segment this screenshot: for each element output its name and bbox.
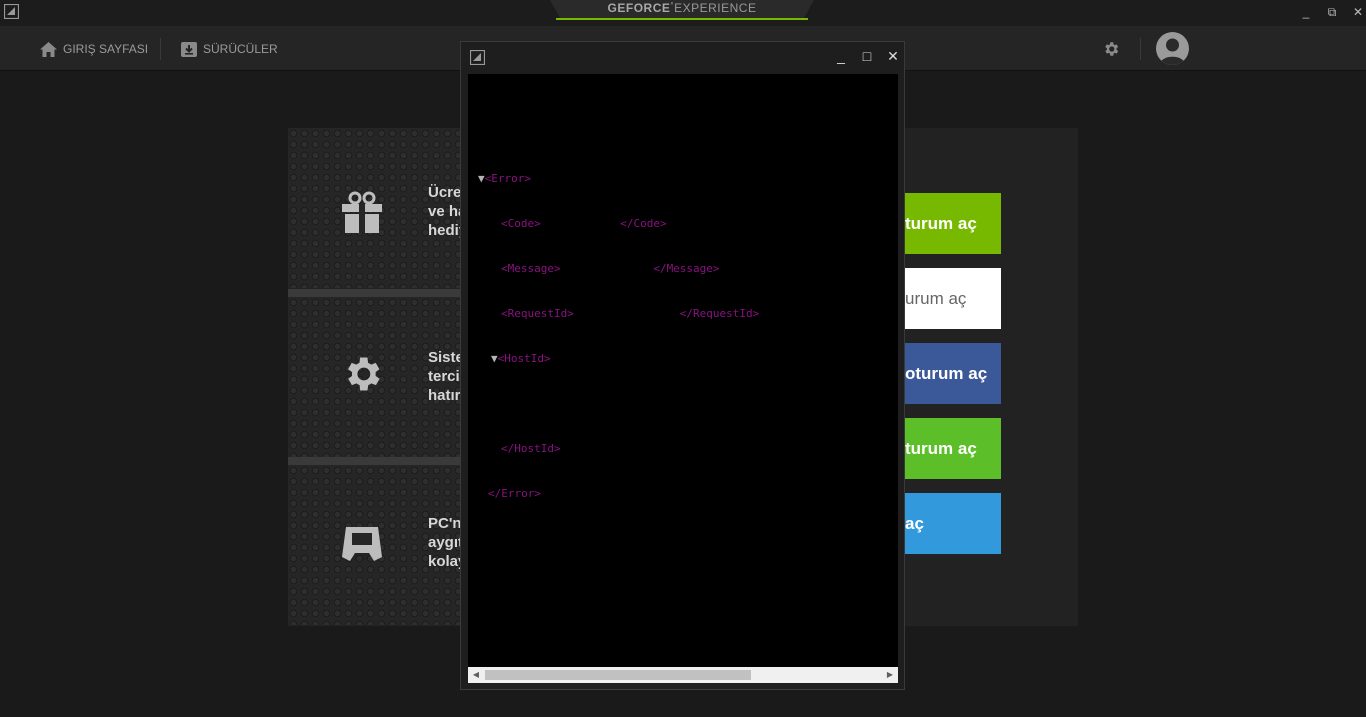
shield-device-icon xyxy=(342,527,382,561)
minimize-button[interactable]: _ xyxy=(1296,2,1316,22)
xml-line: <Code> </Code> xyxy=(501,217,667,230)
nav-divider xyxy=(160,38,161,60)
feature-text: Siste terci hatır xyxy=(428,349,464,404)
avatar-icon xyxy=(1160,38,1185,65)
gift-icon xyxy=(342,191,382,233)
gear-icon[interactable] xyxy=(1102,40,1120,58)
feature-card-settings: Siste terci hatır xyxy=(288,297,464,457)
xml-line: </Error> xyxy=(488,487,541,500)
login-button-google[interactable]: urum aç xyxy=(905,268,1001,329)
restore-button[interactable]: ⧉ xyxy=(1322,2,1342,22)
scroll-right-icon[interactable]: ▶ xyxy=(884,668,896,682)
xml-line: <RequestId> </RequestId> xyxy=(501,307,760,320)
xml-line[interactable]: ▼<Error> xyxy=(468,171,759,186)
close-button[interactable]: ✕ xyxy=(1348,2,1366,22)
nav-item-drivers[interactable]: SÜRÜCÜLER xyxy=(181,40,278,58)
popup-maximize-button[interactable]: □ xyxy=(859,48,875,64)
login-button-wechat[interactable]: turum aç xyxy=(905,418,1001,479)
nav-item-label: GIRIŞ SAYFASI xyxy=(63,42,149,56)
app-logo-icon xyxy=(4,4,19,19)
xml-line[interactable]: ▼<HostId> xyxy=(468,351,759,366)
popup-content: ▼<Error> <Code> </Code> <Message> </Mess… xyxy=(468,74,898,667)
xml-line: </HostId> xyxy=(501,442,561,455)
nav-divider xyxy=(1140,38,1141,60)
feature-card-rewards: Ücre ve ha hediy xyxy=(288,128,464,288)
feature-divider xyxy=(288,457,464,465)
nav-item-label: SÜRÜCÜLER xyxy=(203,42,278,56)
gear-icon xyxy=(348,357,380,391)
scroll-left-icon[interactable]: ◀ xyxy=(470,668,482,682)
drivers-icon xyxy=(181,42,197,57)
home-icon xyxy=(40,41,57,57)
title-bar: GEFORCE°EXPERIENCE _ ⧉ ✕ xyxy=(0,0,1366,26)
nav-item-home[interactable]: GIRIŞ SAYFASI xyxy=(40,40,148,58)
popup-window: _ □ ✕ ▼<Error> <Code> </Code> <Message> … xyxy=(460,41,905,690)
app-logo-icon xyxy=(470,50,485,65)
login-button-facebook[interactable]: oturum aç xyxy=(905,343,1001,404)
scrollbar-thumb[interactable] xyxy=(485,670,751,680)
xml-line xyxy=(468,396,759,411)
brand-title: GEFORCE°EXPERIENCE xyxy=(607,1,757,15)
horizontal-scrollbar[interactable]: ◀ ▶ xyxy=(468,667,898,683)
feature-card-devices: PC'n aygıt kolay xyxy=(288,465,464,625)
avatar[interactable] xyxy=(1156,32,1189,65)
xml-line: <Message> </Message> xyxy=(501,262,720,275)
xml-error-tree: ▼<Error> <Code> </Code> <Message> </Mess… xyxy=(468,141,759,531)
popup-minimize-button[interactable]: _ xyxy=(833,48,849,64)
feature-text: Ücre ve ha hediy xyxy=(428,184,464,239)
login-button-qq[interactable]: aç xyxy=(905,493,1001,554)
feature-divider xyxy=(288,289,464,297)
popup-close-button[interactable]: ✕ xyxy=(885,48,901,64)
brand-accent-line xyxy=(556,18,808,20)
feature-text: PC'n aygıt kolay xyxy=(428,515,464,570)
login-button-nvidia[interactable]: turum aç xyxy=(905,193,1001,254)
